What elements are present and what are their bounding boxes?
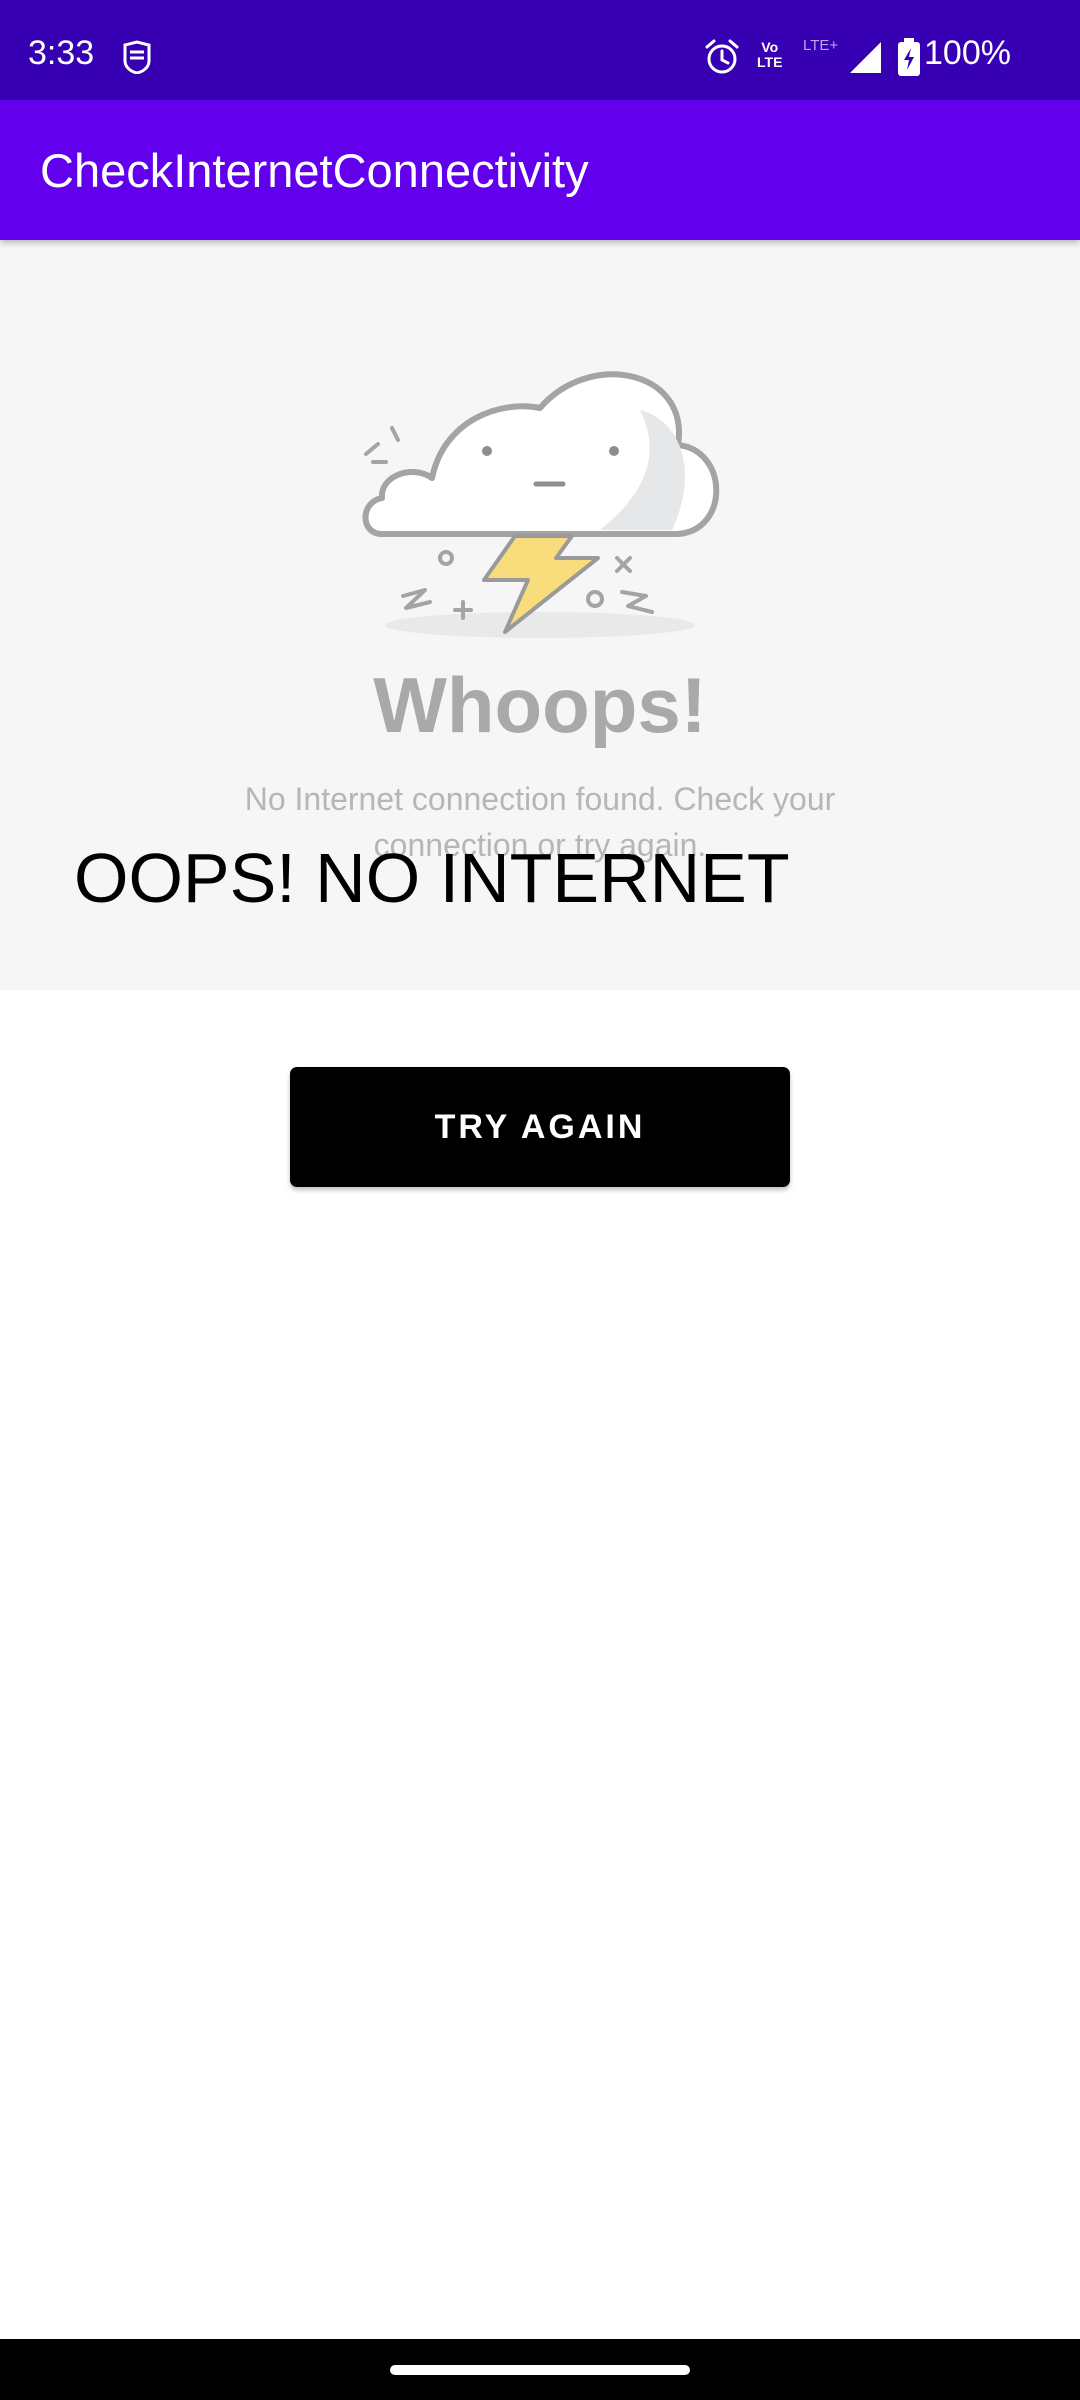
volte-icon: Vo LTE [757,40,782,70]
navigation-bar [0,2339,1080,2400]
spark-lines [364,426,400,464]
no-internet-message: OOPS! NO INTERNET [74,839,790,917]
illustration-heading: Whoops! [373,661,707,749]
home-indicator[interactable] [390,2365,690,2375]
volte-label-bottom: LTE [757,54,783,70]
cloud-eye-left [482,446,492,456]
battery-percent: 100% [924,34,1011,72]
app-bar: CheckInternetConnectivity [0,100,1080,240]
debris-cross [615,556,632,573]
debris-zigzag-right [620,590,654,614]
shield-icon [123,40,151,74]
signal-icon [850,42,881,73]
status-bar: 3:33 Vo LTE LTE+ 100% [0,0,1080,100]
no-internet-illustration-panel: Whoops! No Internet connection found. Ch… [0,240,1080,990]
app-title: CheckInternetConnectivity [40,144,589,197]
debris-circle-right [586,590,604,608]
alarm-icon [705,39,739,74]
debris-circle-left [438,550,454,566]
try-again-button[interactable]: TRY AGAIN [290,1067,790,1187]
storm-cloud-illustration [362,371,720,638]
status-time: 3:33 [28,34,95,72]
cloud-eye-right [609,446,619,456]
debris-zigzag-left [401,588,432,610]
lte-plus-label: LTE+ [803,37,839,54]
volte-label-top: Vo [761,39,779,55]
battery-icon [898,38,920,76]
cloud-shadow [385,612,695,638]
